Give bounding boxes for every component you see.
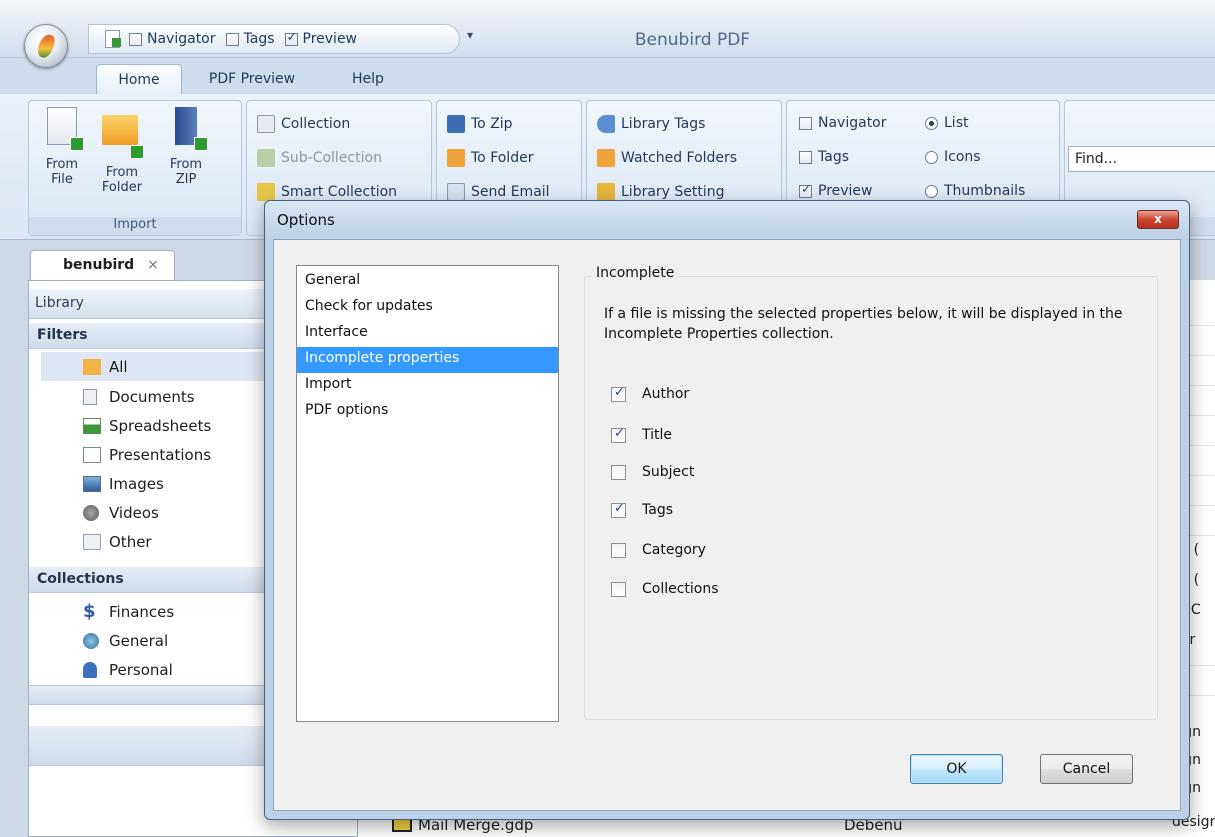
tab-help[interactable]: Help [344, 64, 392, 94]
preview-toggle[interactable]: Preview [799, 182, 873, 199]
option-tags[interactable]: Tags [611, 501, 673, 518]
navigator-checkbox[interactable] [799, 116, 812, 130]
collection-icon [257, 115, 275, 133]
to-folder-button[interactable]: To Folder [447, 149, 533, 167]
collection-button[interactable]: Collection [257, 115, 350, 133]
collections-checkbox[interactable] [611, 581, 626, 597]
options-nav-list: General Check for updates Interface Inco… [296, 265, 559, 722]
close-tab-icon[interactable]: × [147, 257, 159, 273]
tags-checkbox[interactable] [799, 150, 812, 164]
close-button[interactable]: x [1137, 210, 1179, 229]
import-group-label: Import [29, 217, 241, 235]
send-email-button[interactable]: Send Email [447, 183, 550, 201]
from-zip-button[interactable]: From ZIP [159, 107, 213, 187]
thumbnails-radio[interactable] [925, 184, 938, 198]
author-checkbox[interactable] [611, 385, 626, 402]
nav-interface[interactable]: Interface [297, 321, 558, 347]
nav-import[interactable]: Import [297, 373, 558, 399]
spreadsheet-icon [83, 417, 101, 434]
preview-checkbox[interactable] [799, 182, 812, 198]
ribbon-tabs: Home PDF Preview Help [0, 58, 1215, 94]
tag-icon [597, 115, 615, 133]
tab-home[interactable]: Home [96, 64, 182, 94]
ok-button[interactable]: OK [910, 754, 1003, 784]
smart-collection-button[interactable]: Smart Collection [257, 183, 397, 201]
cancel-button[interactable]: Cancel [1040, 754, 1133, 784]
library-setting-button[interactable]: Library Setting [597, 183, 725, 201]
globe-icon [83, 632, 99, 649]
document-icon [83, 388, 97, 405]
thumbnails-view-option[interactable]: Thumbnails [925, 183, 1025, 199]
import-group: From File From Folder From ZIP Import [28, 100, 242, 236]
tab-benubird[interactable]: benubird × [30, 250, 175, 280]
to-zip-button[interactable]: To Zip [447, 115, 513, 133]
icons-radio[interactable] [925, 150, 938, 164]
options-dialog: Options x General Check for updates Inte… [264, 200, 1190, 820]
dialog-title: Options [265, 201, 1189, 239]
video-icon [83, 504, 99, 521]
option-collections[interactable]: Collections [611, 581, 719, 597]
nav-check-for-updates[interactable]: Check for updates [297, 295, 558, 321]
image-icon [83, 475, 101, 492]
from-file-button[interactable]: From File [35, 107, 89, 187]
find-input[interactable]: Find... [1068, 146, 1215, 172]
zip-icon [166, 107, 208, 151]
folder-icon [102, 115, 144, 159]
nav-incomplete-properties[interactable]: Incomplete properties [297, 347, 558, 373]
title-bar: Navigator Tags Preview ▾ Benubird PDF [0, 0, 1215, 58]
from-folder-button[interactable]: From Folder [95, 107, 149, 195]
icons-view-option[interactable]: Icons [925, 149, 981, 165]
other-icon [83, 533, 101, 550]
tags-checkbox[interactable] [611, 501, 626, 518]
tags-toggle[interactable]: Tags [799, 149, 849, 165]
app-title: Benubird PDF [634, 30, 751, 50]
title-checkbox[interactable] [611, 426, 626, 443]
groupbox-description: If a file is missing the selected proper… [604, 306, 1123, 342]
dollar-icon: $ [83, 600, 96, 622]
groupbox-title: Incomplete [592, 265, 679, 281]
zip-icon [447, 115, 465, 133]
option-category[interactable]: Category [611, 542, 706, 558]
watched-folders-button[interactable]: Watched Folders [597, 149, 737, 167]
watched-folder-icon [597, 149, 615, 167]
folder-icon [83, 358, 101, 375]
dialog-body: General Check for updates Interface Inco… [273, 239, 1181, 811]
sub-collection-button[interactable]: Sub-Collection [257, 149, 382, 167]
list-view-option[interactable]: List [925, 115, 968, 131]
library-tags-button[interactable]: Library Tags [597, 115, 705, 133]
subject-checkbox[interactable] [611, 464, 626, 480]
option-author[interactable]: Author [611, 385, 689, 402]
email-icon [447, 183, 465, 201]
tab-pdf-preview[interactable]: PDF Preview [196, 64, 308, 94]
nav-general[interactable]: General [297, 269, 558, 295]
library-setting-icon [597, 183, 615, 201]
smart-collection-icon [257, 183, 275, 201]
navigator-toggle[interactable]: Navigator [799, 115, 887, 131]
file-icon [42, 107, 84, 151]
category-checkbox[interactable] [611, 542, 626, 558]
option-title[interactable]: Title [611, 426, 672, 443]
option-subject[interactable]: Subject [611, 464, 694, 480]
presentation-icon [83, 446, 101, 463]
nav-pdf-options[interactable]: PDF options [297, 399, 558, 425]
list-radio[interactable] [925, 116, 938, 130]
folder-icon [447, 149, 465, 167]
sub-collection-icon [257, 149, 275, 167]
person-icon [83, 661, 97, 678]
application-menu-button[interactable] [24, 24, 68, 68]
